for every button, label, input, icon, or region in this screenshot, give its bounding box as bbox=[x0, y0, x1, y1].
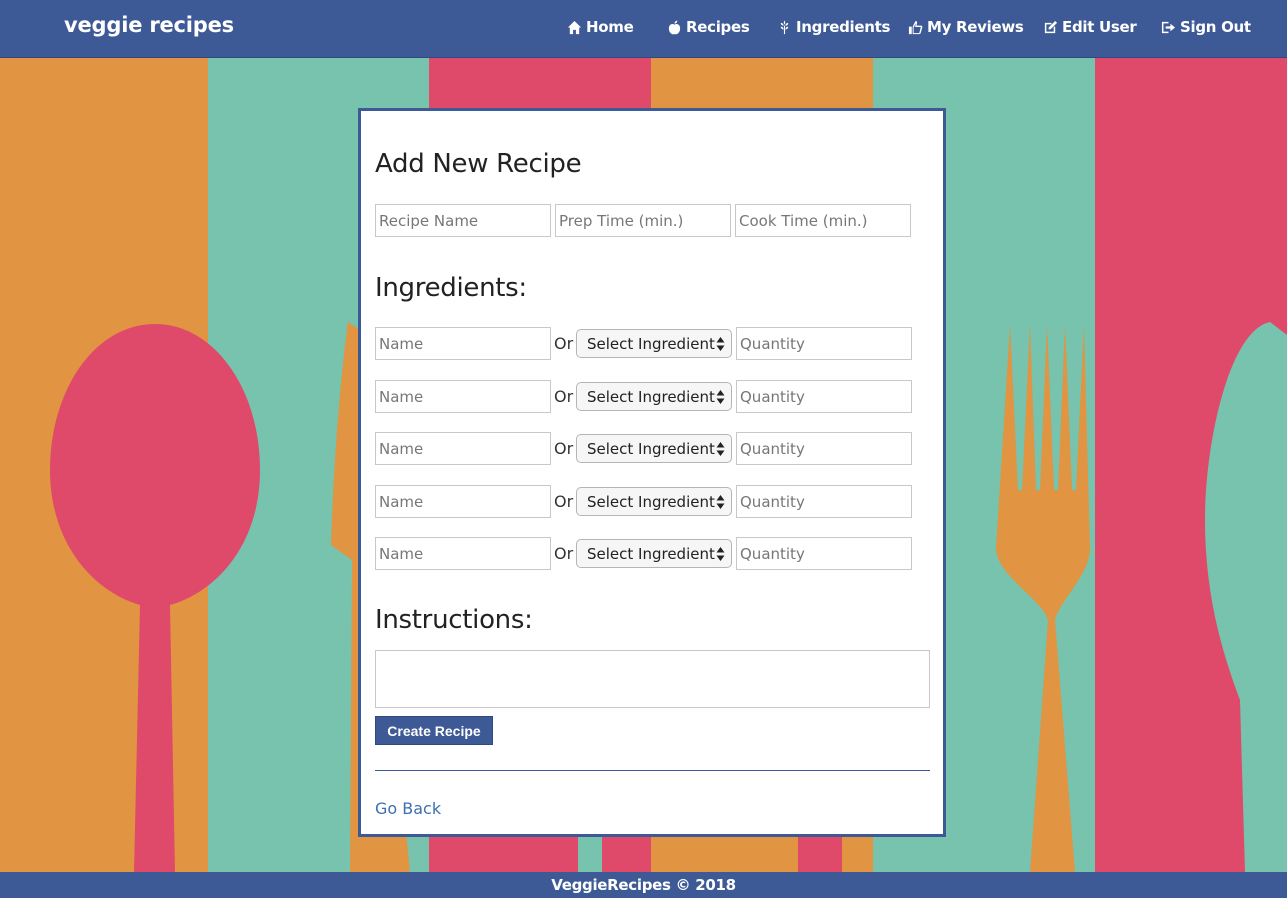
ingredient-quantity-input[interactable] bbox=[736, 537, 912, 570]
ingredient-name-input[interactable] bbox=[375, 380, 551, 413]
select-arrows-icon bbox=[716, 547, 725, 561]
select-arrows-icon bbox=[716, 337, 725, 351]
sign-out-icon bbox=[1161, 21, 1176, 33]
prep-time-input[interactable] bbox=[555, 204, 731, 237]
or-label: Or bbox=[554, 334, 574, 353]
ingredient-quantity-input[interactable] bbox=[736, 432, 912, 465]
ingredient-quantity-input[interactable] bbox=[736, 327, 912, 360]
nav-edit-user-label: Edit User bbox=[1062, 18, 1137, 36]
select-ingredient-dropdown[interactable]: Select Ingredient bbox=[576, 539, 732, 568]
nav-home[interactable]: Home bbox=[567, 16, 634, 38]
footer: VeggieRecipes © 2018 bbox=[0, 872, 1287, 898]
nav-my-reviews-label: My Reviews bbox=[927, 18, 1024, 36]
nav-sign-out-label: Sign Out bbox=[1180, 18, 1251, 36]
select-ingredient-dropdown[interactable]: Select Ingredient bbox=[576, 382, 732, 411]
ingredient-name-input[interactable] bbox=[375, 485, 551, 518]
grain-icon bbox=[780, 19, 789, 34]
go-back-link[interactable]: Go Back bbox=[375, 799, 441, 818]
nav-sign-out[interactable]: Sign Out bbox=[1161, 16, 1251, 38]
or-label: Or bbox=[554, 492, 574, 511]
ingredient-quantity-input[interactable] bbox=[736, 380, 912, 413]
nav-ingredients-label: Ingredients bbox=[796, 18, 891, 36]
select-ingredient-value: Select Ingredient bbox=[587, 387, 715, 406]
select-ingredient-value: Select Ingredient bbox=[587, 492, 715, 511]
ingredient-quantity-input[interactable] bbox=[736, 485, 912, 518]
thumbs-up-icon bbox=[908, 20, 923, 34]
select-ingredient-dropdown[interactable]: Select Ingredient bbox=[576, 487, 732, 516]
ingredient-name-input[interactable] bbox=[375, 537, 551, 570]
edit-icon bbox=[1044, 20, 1058, 33]
home-icon bbox=[567, 20, 582, 34]
nav-recipes-label: Recipes bbox=[686, 18, 750, 36]
select-ingredient-value: Select Ingredient bbox=[587, 544, 715, 563]
or-label: Or bbox=[554, 544, 574, 563]
ingredient-name-input[interactable] bbox=[375, 327, 551, 360]
nav-edit-user[interactable]: Edit User bbox=[1043, 16, 1137, 38]
instructions-heading: Instructions: bbox=[375, 605, 533, 635]
instructions-textarea[interactable] bbox=[375, 650, 930, 708]
or-label: Or bbox=[554, 439, 574, 458]
brand-logo[interactable]: veggie recipes bbox=[64, 13, 234, 37]
nav-ingredients[interactable]: Ingredients bbox=[777, 16, 890, 38]
cook-time-input[interactable] bbox=[735, 204, 911, 237]
select-arrows-icon bbox=[716, 390, 725, 404]
select-ingredient-dropdown[interactable]: Select Ingredient bbox=[576, 329, 732, 358]
navbar: veggie recipes Home Recipes Ingredients … bbox=[0, 0, 1287, 58]
select-arrows-icon bbox=[716, 442, 725, 456]
nav-home-label: Home bbox=[586, 18, 634, 36]
apple-icon bbox=[668, 19, 681, 34]
select-arrows-icon bbox=[716, 495, 725, 509]
or-label: Or bbox=[554, 387, 574, 406]
select-ingredient-value: Select Ingredient bbox=[587, 439, 715, 458]
nav-my-reviews[interactable]: My Reviews bbox=[908, 16, 1024, 38]
ingredient-name-input[interactable] bbox=[375, 432, 551, 465]
divider bbox=[375, 770, 930, 771]
page-title: Add New Recipe bbox=[375, 149, 582, 179]
select-ingredient-dropdown[interactable]: Select Ingredient bbox=[576, 434, 732, 463]
select-ingredient-value: Select Ingredient bbox=[587, 334, 715, 353]
create-recipe-button[interactable]: Create Recipe bbox=[375, 716, 493, 745]
recipe-name-input[interactable] bbox=[375, 204, 551, 237]
ingredients-heading: Ingredients: bbox=[375, 273, 527, 303]
add-recipe-card: Add New Recipe Ingredients: Or Select In… bbox=[358, 108, 946, 837]
nav-recipes[interactable]: Recipes bbox=[667, 16, 750, 38]
